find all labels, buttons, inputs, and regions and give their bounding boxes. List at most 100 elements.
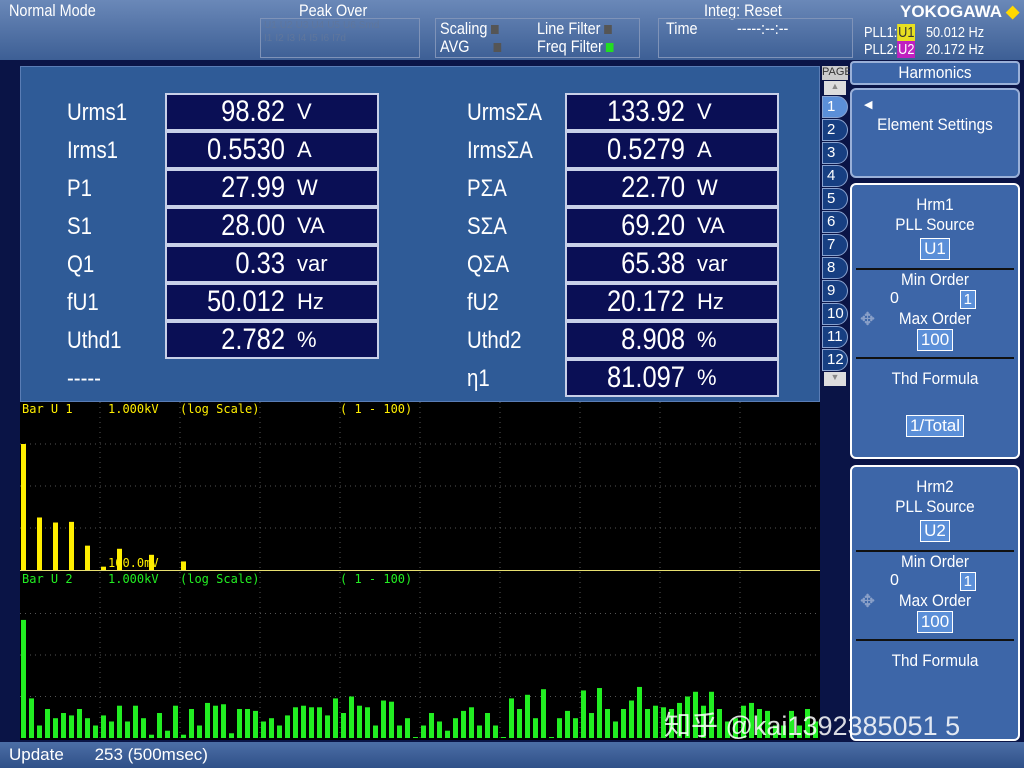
measurement-value-cell: 8.908%: [565, 321, 779, 359]
measurement-value-cell: 65.38var: [565, 245, 779, 283]
measurement-unit: W: [697, 175, 718, 201]
harmonic-bar: [301, 706, 306, 738]
harmonic-bar: [637, 687, 642, 738]
harmonic-bar: [53, 523, 58, 570]
measurement-value: 65.38: [585, 247, 685, 281]
harmonic-bar: [125, 721, 130, 738]
harmonic-bar: [69, 522, 74, 570]
harmonic-bar: [381, 701, 386, 738]
peak-indicator: U4: [311, 20, 324, 31]
measurement-unit: VA: [697, 213, 725, 239]
page-tab-1[interactable]: 1: [822, 96, 848, 118]
measurement-label: IrmsΣA: [467, 137, 533, 165]
page-down-button[interactable]: ▼: [824, 372, 846, 386]
hrm2-pll-source-select[interactable]: U2: [920, 520, 950, 542]
harmonic-bar: [565, 711, 570, 738]
harmonic-bar: [365, 707, 370, 738]
page-tab-11[interactable]: 11: [822, 326, 848, 348]
hrm1-thd-formula-select[interactable]: 1/Total: [906, 415, 964, 437]
chart-orders: ( 1 - 100): [340, 572, 412, 586]
hrm1-max-order-input[interactable]: 100: [917, 329, 953, 351]
page-tab-9[interactable]: 9: [822, 280, 848, 302]
measurement-label: Uthd2: [467, 327, 521, 355]
measurement-value: 22.70: [585, 171, 685, 205]
harmonic-bar: [429, 713, 434, 738]
page-tab-2[interactable]: 2: [822, 119, 848, 141]
measurement-value: 2.782: [185, 323, 285, 357]
page-tab-10[interactable]: 10: [822, 303, 848, 325]
harmonic-bar: [37, 517, 42, 570]
harmonic-bar: [629, 701, 634, 738]
harmonic-bar: [589, 713, 594, 738]
harmonic-bar: [117, 706, 122, 738]
measurement-value-cell: 22.70 W: [565, 169, 779, 207]
harmonic-bar: [389, 702, 394, 738]
page-tab-4[interactable]: 4: [822, 165, 848, 187]
page-tab-5[interactable]: 5: [822, 188, 848, 210]
measurement-value: 98.82: [185, 95, 285, 129]
measurement-value: 69.20: [585, 209, 685, 243]
measurement-unit: W: [297, 175, 318, 201]
measurement-label: P1: [67, 175, 92, 203]
harmonic-bar: [157, 713, 162, 738]
harmonic-bar: [421, 726, 426, 738]
page-up-button[interactable]: ▲: [824, 81, 846, 95]
harmonic-bar: [213, 706, 218, 738]
hrm1-settings: Hrm1 PLL Source U1 Min Order 01 ✥Max Ord…: [850, 183, 1020, 459]
header-bar: Normal Mode Peak Over U1U2U3U4U5U6SmdI1I…: [0, 0, 1024, 60]
pll2-readout: PLL2:U2 20.172 Hz: [864, 41, 984, 58]
harmonic-bar: [69, 715, 74, 738]
page-tab-6[interactable]: 6: [822, 211, 848, 233]
harmonic-bar: [477, 726, 482, 738]
measurement-unit: A: [697, 137, 712, 163]
harmonic-bar: [53, 718, 58, 738]
element-settings-button[interactable]: ◀ Element Settings: [850, 88, 1020, 178]
measurement-value-cell: 2.782%: [165, 321, 379, 359]
harmonic-bar: [101, 715, 106, 738]
peak-indicator: U2: [280, 20, 293, 31]
harmonic-bar: [77, 709, 82, 738]
page-tab-7[interactable]: 7: [822, 234, 848, 256]
measurement-label: UrmsΣA: [467, 99, 542, 127]
harmonic-bar: [149, 735, 154, 738]
chart-orders: ( 1 - 100): [340, 402, 412, 416]
page-tab-3[interactable]: 3: [822, 142, 848, 164]
measurement-value: 50.012: [185, 285, 285, 319]
measurement-label: QΣA: [467, 251, 509, 279]
measurement-value-cell: 0.33var: [165, 245, 379, 283]
hrm1-pll-source-select[interactable]: U1: [920, 238, 950, 260]
harmonic-bar: [557, 718, 562, 738]
numeric-display: Urms198.82VIrms10.5530AP127.99WS128.00VA…: [20, 66, 820, 402]
peak-indicator: I3: [287, 33, 295, 44]
harmonic-bar: [461, 711, 466, 738]
page-tab-8[interactable]: 8: [822, 257, 848, 279]
page-tabs: PAGE ▲ 123456789101112 ▼: [822, 66, 848, 387]
harmonic-bar: [517, 709, 522, 738]
harmonic-bar: [21, 620, 26, 738]
harmonic-bar: [437, 721, 442, 738]
peak-indicator: I7d: [332, 33, 346, 44]
hrm2-min-order-input[interactable]: 1: [960, 572, 976, 591]
measurement-value: 133.92: [585, 95, 685, 129]
measurement-value-cell: 50.012Hz: [165, 283, 379, 321]
chart-range: 1.000kV: [108, 572, 159, 586]
harmonic-bar: [93, 726, 98, 738]
scaling-led: [491, 25, 499, 34]
measurement-value-cell: 27.99W: [165, 169, 379, 207]
menu-title: Harmonics: [850, 61, 1020, 85]
peak-indicator: U6: [343, 20, 356, 31]
mode-label: Normal Mode: [9, 1, 96, 21]
harmonic-bar: [181, 735, 186, 738]
measurement-value-cell: 0.5279A: [565, 131, 779, 169]
hrm2-settings: Hrm2 PLL Source U2 Min Order 01 ✥Max Ord…: [850, 465, 1020, 741]
harmonic-bar: [245, 709, 250, 738]
measurement-value-cell: 20.172Hz: [565, 283, 779, 321]
freq-filter-label: Freq Filter: [537, 37, 614, 57]
hrm1-min-order-input[interactable]: 1: [960, 290, 976, 309]
measurement-value-cell: 28.00VA: [165, 207, 379, 245]
harmonic-bar: [109, 721, 114, 738]
measurement-label: Uthd1: [67, 327, 121, 355]
hrm2-max-order-input[interactable]: 100: [917, 611, 953, 633]
page-tab-12[interactable]: 12: [822, 349, 848, 371]
peak-indicator: I4: [298, 33, 306, 44]
